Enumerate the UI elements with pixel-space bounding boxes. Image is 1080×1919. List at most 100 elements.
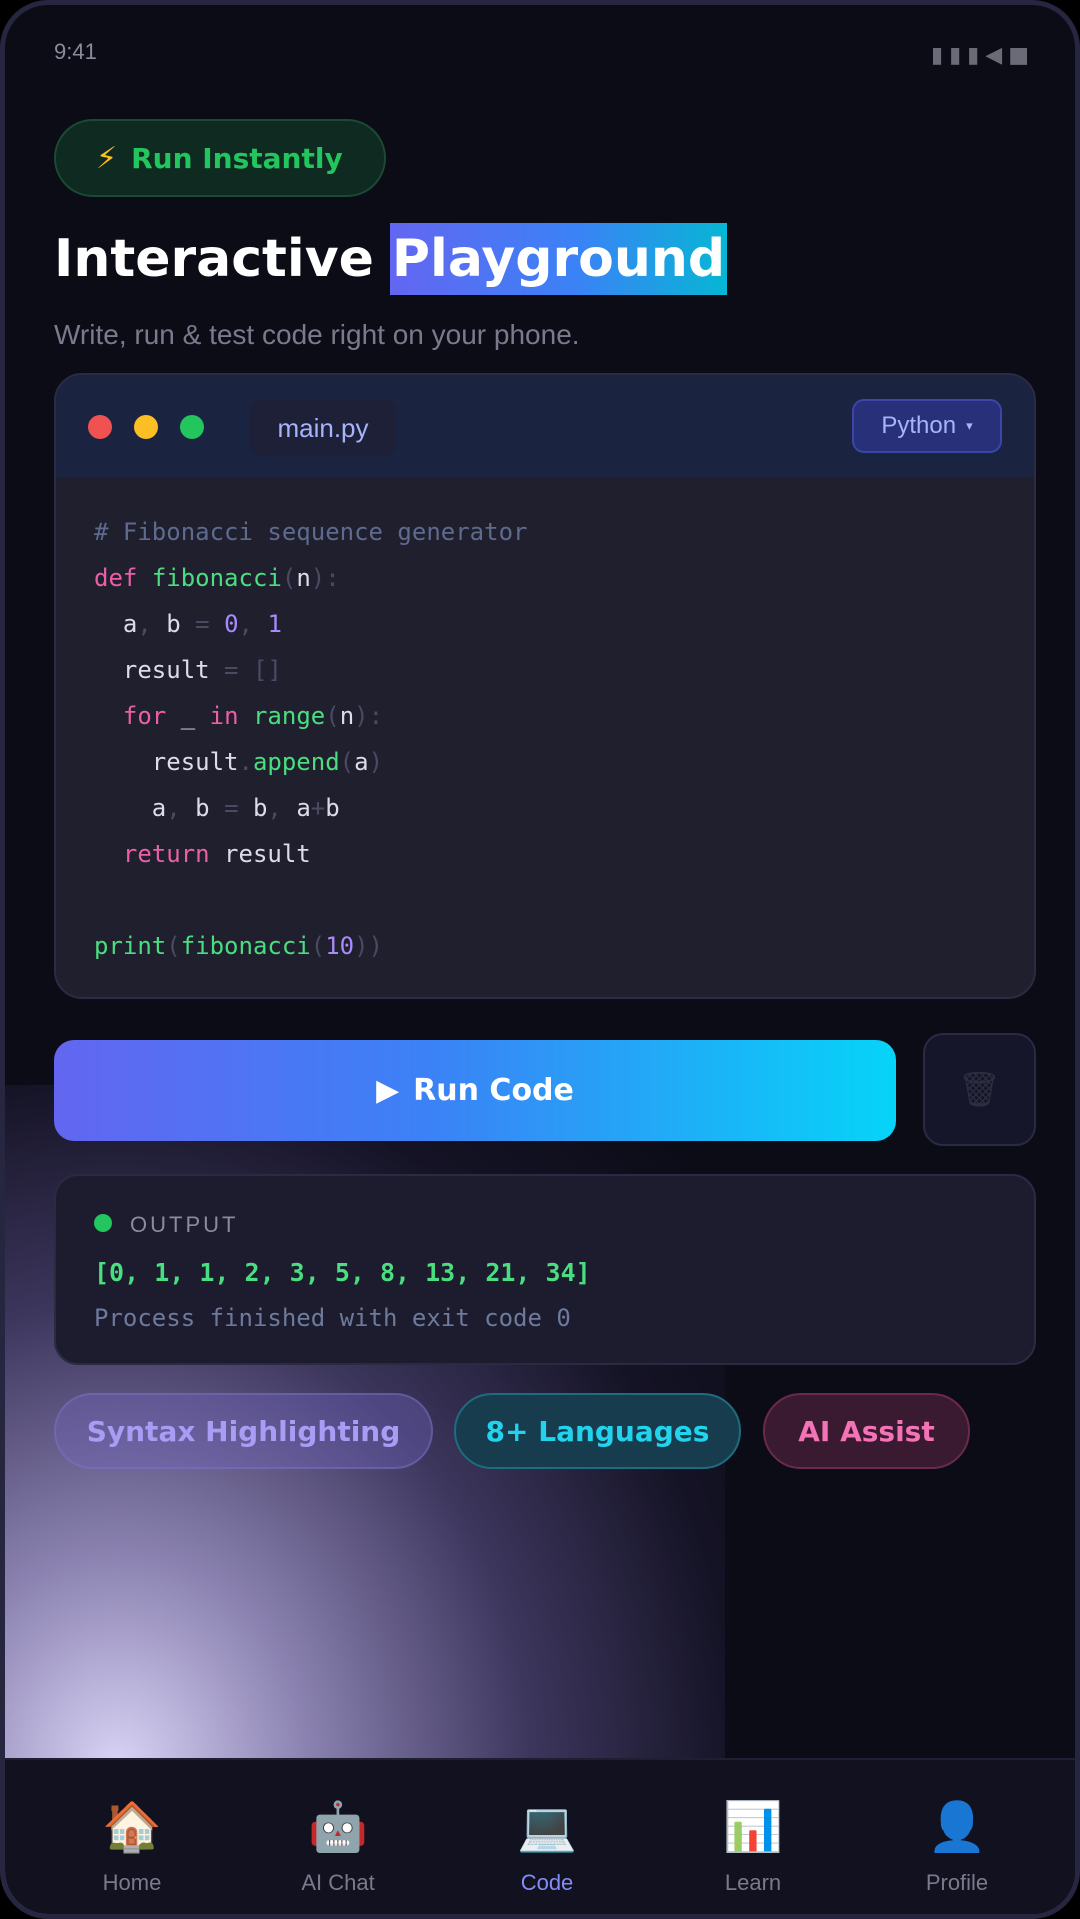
phone-screen: 9:41 ▮▮▮◀■ ⚡ Run Instantly Interactive P… <box>0 0 1080 1919</box>
code-token: ( <box>166 932 181 960</box>
code-token: a <box>94 610 138 638</box>
code-token: ) <box>368 748 384 776</box>
nav-item-profile[interactable]: 👤 Profile <box>857 1760 1057 1914</box>
code-token: fibonacci <box>151 564 282 592</box>
home-icon: 🏠 <box>102 1799 162 1855</box>
run-code-label: Run Code <box>413 1073 574 1108</box>
page-subtitle: Write, run & test code right on your pho… <box>54 319 580 350</box>
code-token: ( <box>281 564 297 592</box>
code-token: ( <box>339 748 355 776</box>
nav-label-profile: Profile <box>925 1870 989 1895</box>
nav-item-code[interactable]: 💻 Code <box>447 1760 647 1914</box>
nav-label-learn: Learn <box>724 1870 782 1895</box>
nav-label-code: Code <box>520 1870 574 1895</box>
code-token: b <box>151 610 196 638</box>
run-instantly-badge: ⚡ Run Instantly <box>54 119 386 197</box>
code-token: 10 <box>325 932 355 960</box>
robot-icon: 🤖 <box>308 1799 368 1855</box>
code-line: for _ in range(n): <box>94 693 527 739</box>
output-status-dot <box>94 1214 112 1232</box>
status-time: 9:41 <box>54 39 97 64</box>
code-token: . <box>238 748 253 776</box>
code-token: a <box>281 794 311 822</box>
status-icons: ▮▮▮◀■ <box>930 43 1035 68</box>
code-token: print <box>94 932 167 960</box>
code-token: , <box>166 794 181 822</box>
code-token: = [] <box>224 656 282 684</box>
code-token: ( <box>310 932 326 960</box>
code-line: # Fibonacci sequence generator <box>94 509 527 555</box>
code-line: print(fibonacci(10)) <box>94 923 527 969</box>
output-exit-status: Process finished with exit code 0 <box>94 1304 571 1332</box>
code-token: range <box>252 702 326 730</box>
code-token: , <box>137 610 152 638</box>
code-token: a <box>354 748 369 776</box>
page-title: Interactive Playground <box>54 219 728 299</box>
code-token: = <box>195 610 210 638</box>
code-token: b <box>325 794 340 822</box>
lightning-icon: ⚡ <box>96 140 118 176</box>
code-token: in <box>209 702 239 730</box>
window-minimize-dot <box>134 415 158 439</box>
code-token: return <box>122 840 210 868</box>
code-token: result <box>94 656 225 684</box>
nav-item-ai-chat[interactable]: 🤖 AI Chat <box>238 1760 438 1914</box>
feature-chip-syntax-highlighting[interactable]: Syntax Highlighting <box>54 1393 433 1469</box>
code-token: )) <box>354 932 384 960</box>
language-select[interactable]: Python ▾ <box>852 399 1002 453</box>
window-close-dot <box>88 415 112 439</box>
feature-chip-languages[interactable]: 8+ Languages <box>454 1393 741 1469</box>
code-token: n <box>339 702 355 730</box>
code-token: append <box>252 748 340 776</box>
code-line: result = [] <box>94 647 527 693</box>
code-token: ): <box>310 564 340 592</box>
output-label: OUTPUT <box>130 1212 239 1237</box>
code-token: result <box>94 748 239 776</box>
code-token: n <box>296 564 311 592</box>
nav-item-home[interactable]: 🏠 Home <box>32 1760 232 1914</box>
code-token: b <box>180 794 225 822</box>
nav-label-home: Home <box>102 1870 162 1895</box>
language-select-label: Python <box>881 412 957 439</box>
run-code-button[interactable]: ▶ Run Code <box>54 1040 896 1141</box>
code-token: 1 <box>267 610 282 638</box>
code-token: , <box>267 794 282 822</box>
code-line: a, b = b, a+b <box>94 785 527 831</box>
code-token: a <box>94 794 167 822</box>
code-token: for <box>122 702 167 730</box>
title-highlight: Playground <box>389 223 728 295</box>
badge-label: Run Instantly <box>131 141 343 175</box>
code-token: ): <box>354 702 384 730</box>
profile-icon: 👤 <box>927 1799 987 1855</box>
code-token: def <box>94 564 138 592</box>
code-token: b <box>238 794 268 822</box>
code-token: _ <box>166 702 210 730</box>
clear-code-button[interactable]: 🗑 <box>923 1033 1036 1146</box>
code-token: fibonacci <box>180 932 311 960</box>
code-line: return result <box>94 831 527 877</box>
file-tab-main-py[interactable]: main.py <box>250 399 396 457</box>
output-panel: OUTPUT [0, 1, 1, 2, 3, 5, 8, 13, 21, 34]… <box>54 1174 1036 1365</box>
title-text: Interactive <box>54 229 374 289</box>
code-token: , <box>238 610 253 638</box>
code-token: result <box>209 840 311 868</box>
nav-item-learn[interactable]: 📊 Learn <box>653 1760 853 1914</box>
code-area[interactable]: # Fibonacci sequence generator def fibona… <box>94 509 527 969</box>
window-maximize-dot <box>180 415 204 439</box>
chevron-down-icon: ▾ <box>966 418 973 433</box>
code-token: # Fibonacci sequence generator <box>94 518 528 546</box>
trash-icon: 🗑 <box>957 1069 1002 1110</box>
code-editor[interactable]: main.py Python ▾ # Fibonacci sequence ge… <box>54 373 1036 999</box>
play-icon: ▶ <box>376 1073 400 1108</box>
feature-chip-ai-assist[interactable]: AI Assist <box>763 1393 970 1469</box>
code-line: result.append(a) <box>94 739 527 785</box>
bar-chart-icon: 📊 <box>723 1799 783 1855</box>
code-token: ( <box>325 702 340 730</box>
